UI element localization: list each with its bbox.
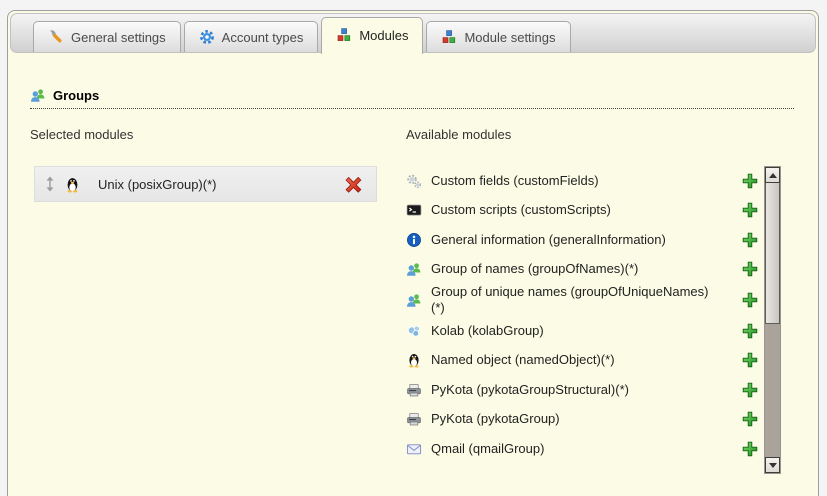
selected-modules-column: Selected modules Unix (posixGroup)(*)	[30, 127, 386, 474]
add-module-button[interactable]	[742, 292, 758, 308]
scrollbar[interactable]	[764, 166, 781, 474]
selected-modules-list: Unix (posixGroup)(*)	[30, 166, 386, 202]
kolab-icon	[406, 323, 422, 339]
scroll-up-icon	[769, 173, 777, 178]
scrollbar-thumb[interactable]	[765, 183, 780, 324]
available-modules-column: Available modules Custom fields (customF…	[406, 127, 781, 474]
group-icon	[406, 261, 422, 277]
module-label: Named object (namedObject)(*)	[431, 352, 615, 368]
wrench-icon	[48, 29, 64, 45]
module-label: Kolab (kolabGroup)	[431, 323, 544, 339]
tab-modules[interactable]: Modules	[321, 17, 423, 54]
available-module-row: PyKota (pykotaGroup)	[406, 405, 763, 435]
add-module-button[interactable]	[742, 232, 758, 248]
groups-section-header: Groups	[30, 87, 794, 109]
printer-icon	[406, 382, 422, 398]
modules-columns: Selected modules Unix (posixGroup)(*) Av…	[30, 127, 818, 474]
available-modules-heading: Available modules	[406, 127, 781, 142]
scroll-down-icon	[769, 463, 777, 468]
module-label: Custom scripts (customScripts)	[431, 202, 611, 218]
module-label: Group of names (groupOfNames)(*)	[431, 261, 638, 277]
add-module-button[interactable]	[742, 323, 758, 339]
add-module-button[interactable]	[742, 173, 758, 189]
available-module-row: Named object (namedObject)(*)	[406, 346, 763, 376]
add-module-button[interactable]	[742, 382, 758, 398]
add-module-button[interactable]	[742, 411, 758, 427]
tab-label: Modules	[359, 28, 408, 43]
selected-module-label: Unix (posixGroup)(*)	[98, 177, 216, 192]
drag-handle-icon[interactable]	[44, 176, 56, 192]
terminal-icon	[406, 202, 422, 218]
tab-general-settings[interactable]: General settings	[33, 21, 181, 52]
add-module-button[interactable]	[742, 261, 758, 277]
available-module-row: Group of names (groupOfNames)(*)	[406, 255, 763, 285]
tab-label: Module settings	[464, 30, 555, 45]
section-title: Groups	[53, 88, 99, 103]
selected-module-row: Unix (posixGroup)(*)	[34, 166, 377, 202]
envelope-icon	[406, 441, 422, 457]
tab-label: Account types	[222, 30, 304, 45]
tux-icon	[406, 352, 422, 368]
add-module-button[interactable]	[742, 352, 758, 368]
module-label: PyKota (pykotaGroupStructural)(*)	[431, 382, 629, 398]
group-icon	[406, 292, 422, 308]
tab-module-settings[interactable]: Module settings	[426, 21, 570, 52]
add-module-button[interactable]	[742, 441, 758, 457]
tux-icon	[64, 176, 81, 193]
available-module-row: Group of unique names (groupOfUniqueName…	[406, 284, 763, 316]
available-module-row: Qmail (qmailGroup)	[406, 434, 763, 464]
scrollbar-track[interactable]	[765, 324, 780, 457]
available-modules-list: Custom fields (customFields) Custom scri…	[406, 166, 763, 474]
available-modules-list-wrap: Custom fields (customFields) Custom scri…	[406, 166, 781, 474]
available-module-row: Custom fields (customFields)	[406, 166, 763, 196]
info-icon	[406, 232, 422, 248]
gears-icon	[406, 173, 422, 189]
module-label: PyKota (pykotaGroup)	[431, 411, 560, 427]
available-module-row: General information (generalInformation)	[406, 225, 763, 255]
scroll-down-button[interactable]	[765, 457, 780, 473]
modules-icon	[441, 29, 457, 45]
add-module-button[interactable]	[742, 202, 758, 218]
available-module-row: Kolab (kolabGroup)	[406, 316, 763, 346]
available-module-row: Custom scripts (customScripts)	[406, 196, 763, 226]
config-window: General settings Account types Modules M…	[7, 10, 819, 496]
gear-icon	[199, 29, 215, 45]
module-label: Custom fields (customFields)	[431, 173, 599, 189]
printer-icon	[406, 411, 422, 427]
remove-module-button[interactable]	[345, 176, 362, 193]
scroll-up-button[interactable]	[765, 167, 780, 183]
tab-label: General settings	[71, 30, 166, 45]
tab-bar: General settings Account types Modules M…	[10, 13, 816, 53]
tab-account-types[interactable]: Account types	[184, 21, 319, 52]
module-label: General information (generalInformation)	[431, 232, 666, 248]
groups-icon	[30, 87, 46, 103]
selected-modules-heading: Selected modules	[30, 127, 386, 142]
available-module-row: PyKota (pykotaGroupStructural)(*)	[406, 375, 763, 405]
modules-icon	[336, 27, 352, 43]
module-label: Group of unique names (groupOfUniqueName…	[431, 284, 721, 316]
module-label: Qmail (qmailGroup)	[431, 441, 544, 457]
